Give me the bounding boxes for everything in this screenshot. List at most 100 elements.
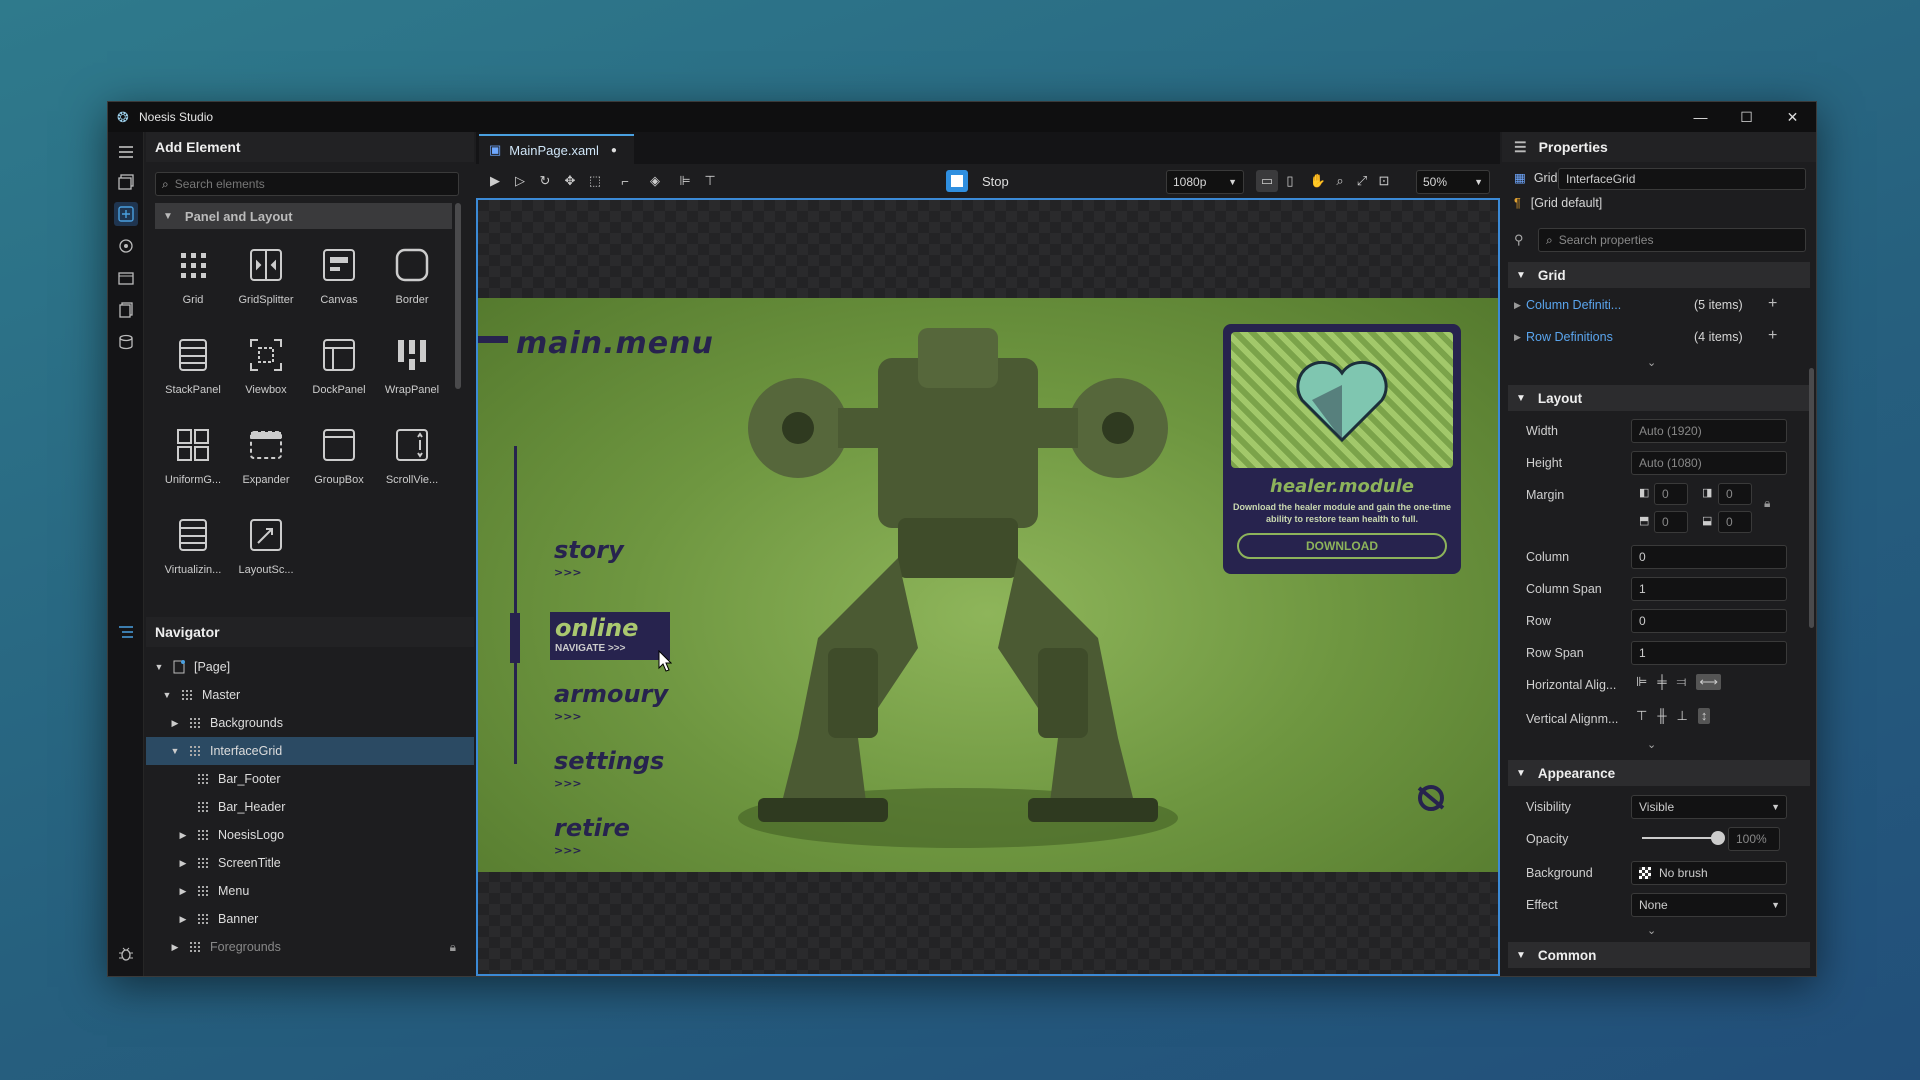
search-elements-input[interactable]: ⌕ Search elements [155,172,459,196]
resources-icon[interactable] [114,234,138,258]
row-definitions-label[interactable]: Row Definitions [1526,330,1613,344]
row-span-input[interactable]: 1 [1631,641,1787,665]
align-center-icon[interactable]: ╪ [1657,674,1666,690]
zoom-select[interactable]: 50% ▼ [1416,170,1490,194]
element-name-input[interactable]: InterfaceGrid [1558,168,1806,190]
menu-item-settings[interactable]: settings >>> [554,747,664,790]
chevron-down-icon[interactable]: ▼ [160,690,174,700]
animation-icon[interactable] [114,266,138,290]
opacity-slider-thumb[interactable] [1711,831,1725,845]
gradient-icon[interactable]: ◈ [644,170,666,192]
tree-item-noesislogo[interactable]: ▶ NoesisLogo [146,821,474,849]
tree-item-bar-footer[interactable]: Bar_Footer [146,765,474,793]
transform-icon[interactable]: ⬚ [584,170,606,192]
design-viewport[interactable]: main.menu story >>> online NAVIGATE >>> ar… [476,198,1500,976]
actual-size-icon[interactable]: ⊡ [1373,170,1395,192]
chevron-right-icon[interactable]: ▶ [1514,332,1521,343]
brush-icon[interactable]: ⌐ [614,170,636,192]
zoom-icon[interactable]: ⌕ [1329,170,1351,192]
element-border[interactable]: Border [377,239,447,321]
pages-icon[interactable] [114,298,138,322]
element-gridsplitter[interactable]: GridSplitter [231,239,301,321]
properties-scrollbar[interactable] [1809,368,1814,628]
element-wrappanel[interactable]: WrapPanel [377,329,447,411]
debug-bug-icon[interactable] [114,942,138,966]
element-scrollviewer[interactable]: ScrollVie... [377,419,447,501]
tree-item-backgrounds[interactable]: ▶ Backgrounds [146,709,474,737]
margin-left-input[interactable]: 0 [1654,483,1688,505]
chevron-down-icon[interactable]: ▼ [168,746,182,756]
menu-item-online[interactable]: online NAVIGATE >>> [550,612,670,660]
expand-more-icon[interactable]: ⌄ [1647,738,1656,751]
menu-item-armoury[interactable]: armoury >>> [554,680,668,723]
minimize-button[interactable]: — [1678,102,1723,132]
filter-icon[interactable]: ⚲ [1514,232,1524,248]
add-element-icon[interactable] [114,202,138,226]
tree-item-screentitle[interactable]: ▶ ScreenTitle [146,849,474,877]
style-selector[interactable]: ¶ [Grid default] [1514,196,1602,210]
width-input[interactable]: Auto (1920) [1631,419,1787,443]
section-grid[interactable]: ▼ Grid [1508,262,1810,288]
section-common[interactable]: ▼ Common [1508,942,1810,968]
opacity-slider-track[interactable] [1642,831,1725,845]
chevron-right-icon[interactable]: ▶ [176,858,190,869]
align-stretch-icon[interactable]: ⟷ [1696,674,1721,690]
element-groupbox[interactable]: GroupBox [304,419,374,501]
chevron-right-icon[interactable]: ▶ [176,914,190,925]
align-left-icon[interactable]: ⊫ [674,170,696,192]
rotate-icon[interactable]: ↻ [534,170,556,192]
assets-icon[interactable] [114,170,138,194]
category-panel-and-layout[interactable]: ▼ Panel and Layout [155,203,452,229]
expand-more-icon[interactable]: ⌄ [1647,924,1656,937]
menu-item-retire[interactable]: retire >>> [554,814,630,857]
maximize-button[interactable]: ☐ [1724,102,1769,132]
add-row-icon[interactable]: + [1768,327,1777,345]
column-input[interactable]: 0 [1631,545,1787,569]
lock-icon[interactable]: 🔒︎ [1764,496,1770,511]
hamburger-menu-icon[interactable] [114,140,138,164]
margin-top-input[interactable]: 0 [1654,511,1688,533]
select-arrow-icon[interactable]: ▶ [484,170,506,192]
element-viewbox[interactable]: Viewbox [231,329,301,411]
margin-bottom-input[interactable]: 0 [1718,511,1752,533]
direct-select-icon[interactable]: ▷ [509,170,531,192]
data-icon[interactable] [114,330,138,354]
tree-item-banner[interactable]: ▶ Banner [146,905,474,933]
align-top-icon[interactable]: ⊤ [699,170,721,192]
visibility-select[interactable]: Visible ▼ [1631,795,1787,819]
section-layout[interactable]: ▼ Layout [1508,385,1810,411]
add-column-icon[interactable]: + [1768,295,1777,313]
chevron-down-icon[interactable]: ▼ [152,662,166,672]
align-left-icon[interactable]: ⊫ [1636,674,1647,690]
element-expander[interactable]: Expander [231,419,301,501]
tab-mainpage-xaml[interactable]: ▣ MainPage.xaml ● [479,134,634,164]
download-button[interactable]: DOWNLOAD [1237,533,1447,559]
hand-pan-icon[interactable]: ✋ [1307,170,1329,192]
chevron-right-icon[interactable]: ▶ [176,830,190,841]
element-grid[interactable]: Grid [158,239,228,321]
chevron-right-icon[interactable]: ▶ [168,718,182,729]
chevron-right-icon[interactable]: ▶ [1514,300,1521,311]
expand-more-icon[interactable]: ⌄ [1647,356,1656,369]
help-icon[interactable]: ? [114,974,138,976]
lock-icon[interactable]: 🔒︎ [450,940,456,955]
tree-item-page[interactable]: ▼ [Page] [146,653,474,681]
move-icon[interactable]: ✥ [559,170,581,192]
landscape-icon[interactable]: ▭ [1256,170,1278,192]
section-appearance[interactable]: ▼ Appearance [1508,760,1810,786]
valign-bottom-icon[interactable]: ⊥ [1677,708,1688,724]
tree-item-master[interactable]: ▼ Master [146,681,474,709]
tree-item-foregrounds[interactable]: ▶ Foregrounds 🔒︎ [146,933,474,961]
stop-button[interactable]: Stop [946,170,1009,192]
valign-center-icon[interactable]: ╫ [1657,708,1666,724]
height-input[interactable]: Auto (1080) [1631,451,1787,475]
effect-select[interactable]: None ▼ [1631,893,1787,917]
element-uniformgrid[interactable]: UniformG... [158,419,228,501]
elements-scrollbar[interactable] [455,203,461,389]
portrait-icon[interactable]: ▯ [1279,170,1301,192]
resolution-select[interactable]: 1080p ▼ [1166,170,1244,194]
opacity-input[interactable]: 100% [1728,827,1780,851]
element-layoutscale[interactable]: LayoutSc... [231,509,301,591]
element-dockpanel[interactable]: DockPanel [304,329,374,411]
valign-top-icon[interactable]: ⊤ [1636,708,1647,724]
